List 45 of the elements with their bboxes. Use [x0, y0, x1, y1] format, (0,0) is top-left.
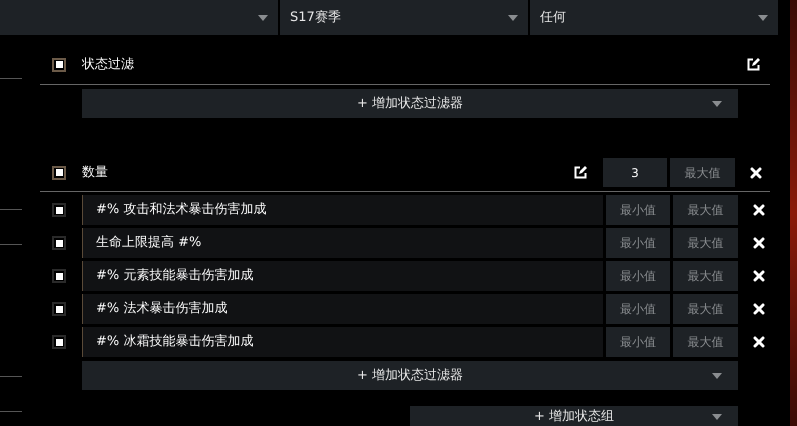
caret-icon — [712, 373, 722, 379]
filter-label: #% 元素技能暴击伤害加成 — [82, 261, 603, 291]
max-value-field[interactable]: 最大值 — [673, 228, 738, 258]
section-title: 数量 — [82, 164, 109, 182]
add-filter-button[interactable]: + 增加状态过滤器 — [82, 361, 738, 390]
checkbox[interactable] — [52, 236, 66, 250]
section-title: 状态过滤 — [82, 56, 135, 74]
checkbox[interactable] — [52, 335, 66, 349]
close-icon[interactable] — [753, 270, 765, 282]
min-value-field[interactable]: 最小值 — [606, 195, 670, 225]
checkbox[interactable] — [52, 58, 66, 72]
filter-label: #% 冰霜技能暴击伤害加成 — [82, 327, 603, 357]
filter-label: 生命上限提高 #% — [82, 228, 603, 258]
close-icon[interactable] — [750, 166, 762, 178]
caret-icon — [712, 414, 722, 420]
close-icon[interactable] — [753, 303, 765, 315]
filter-label: #% 攻击和法术暴击伤害加成 — [82, 195, 603, 225]
min-value-field[interactable]: 最小值 — [606, 261, 670, 291]
checkbox[interactable] — [52, 166, 66, 180]
max-value-field[interactable]: 最大值 — [673, 261, 738, 291]
add-filter-button[interactable]: + 增加状态过滤器 — [82, 89, 738, 118]
close-icon[interactable] — [753, 237, 765, 249]
checkbox[interactable] — [52, 203, 66, 217]
close-icon[interactable] — [753, 336, 765, 348]
min-value-field[interactable]: 最小值 — [606, 294, 670, 324]
checkbox[interactable] — [52, 302, 66, 316]
min-value-field[interactable]: 3 — [603, 158, 667, 187]
filter-label: #% 法术暴击伤害加成 — [82, 294, 603, 324]
dropdown[interactable]: 任何 — [530, 0, 778, 35]
dropdown[interactable]: S17赛季 — [280, 0, 528, 35]
caret-icon — [712, 101, 722, 107]
min-value-field[interactable]: 最小值 — [606, 228, 670, 258]
max-value-field[interactable]: 最大值 — [673, 294, 738, 324]
edit-icon[interactable] — [747, 58, 760, 71]
add-group-button[interactable]: + 增加状态组 — [410, 406, 738, 426]
checkbox[interactable] — [52, 269, 66, 283]
max-value-field[interactable]: 最大值 — [673, 195, 738, 225]
caret-icon — [508, 14, 518, 20]
caret-icon — [758, 14, 768, 20]
caret-icon — [258, 14, 268, 20]
min-value-field[interactable]: 最小值 — [606, 327, 670, 357]
max-value-field[interactable]: 最大值 — [670, 158, 735, 187]
edit-icon[interactable] — [574, 166, 587, 179]
close-icon[interactable] — [753, 204, 765, 216]
max-value-field[interactable]: 最大值 — [673, 327, 738, 357]
